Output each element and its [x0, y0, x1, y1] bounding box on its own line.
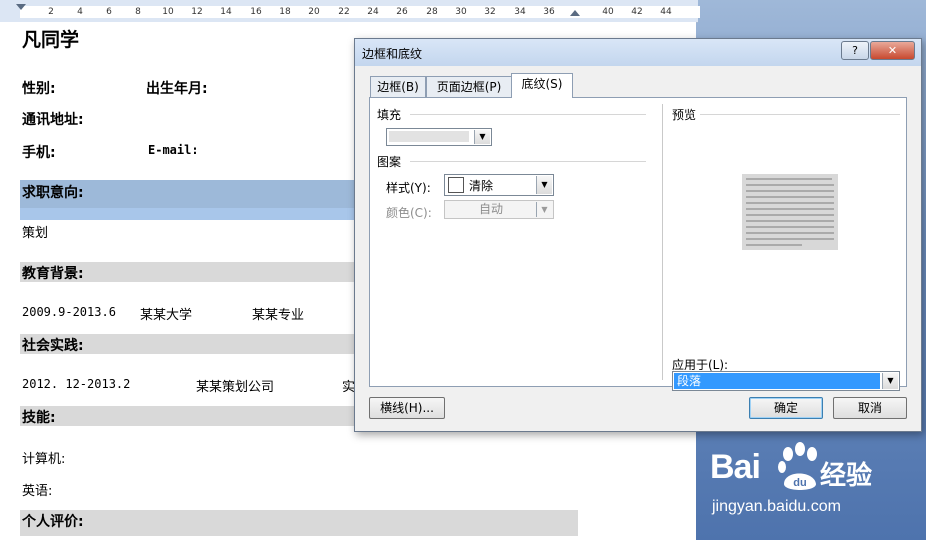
ruler-label: 28	[426, 7, 438, 17]
left-indent-marker[interactable]	[16, 4, 26, 10]
apply-dropdown-arrow-icon[interactable]: ▼	[882, 373, 898, 389]
skill-english: 英语:	[22, 484, 53, 499]
job-intent-heading: 求职意向:	[22, 185, 84, 201]
gender-label: 性别:	[22, 81, 56, 97]
pattern-group-label: 图案	[377, 155, 402, 169]
help-button[interactable]: ?	[841, 41, 869, 60]
apply-to-value: 段落	[677, 374, 702, 388]
style-dropdown-arrow-icon[interactable]: ▼	[536, 176, 552, 194]
email-label: E-mail:	[148, 143, 199, 157]
horizontal-ruler[interactable]: 2 4 6 8 10 12 14 16 18 20 22 24 26 28 30…	[0, 0, 700, 23]
ok-button[interactable]: 确定	[749, 397, 823, 419]
fill-color-swatch	[389, 131, 469, 142]
shading-panel: 填充 ▼ 图案 样式(Y): 清除 ▼ 颜色(C): 自动 ▼ 预览 应用于(L…	[369, 97, 907, 391]
panel-separator	[662, 104, 663, 380]
baidu-logo-text: Bai	[710, 448, 761, 486]
skill-computer: 计算机:	[22, 452, 66, 467]
ruler-label: 34	[514, 7, 526, 17]
ruler-label: 14	[220, 7, 232, 17]
ruler-label: 26	[396, 7, 408, 17]
preview-divider	[700, 114, 900, 115]
pattern-color-value: 自动	[479, 202, 504, 216]
ruler-label: 2	[48, 7, 54, 17]
education-heading: 教育背景:	[22, 266, 84, 282]
dialog-title: 边框和底纹	[362, 47, 423, 61]
style-label: 样式(Y):	[386, 181, 431, 195]
apply-to-dropdown[interactable]: 段落 ▼	[672, 371, 900, 391]
job-intent-value: 策划	[22, 226, 49, 241]
dialog-client: 边框(B) 页面边框(P) 底纹(S) 填充 ▼ 图案 样式(Y): 清除 ▼ …	[363, 67, 913, 427]
edu-period: 2009.9-2013.6	[22, 305, 116, 319]
ruler-label: 42	[631, 7, 643, 17]
preview-label: 预览	[672, 108, 697, 122]
ruler-label: 8	[135, 7, 141, 17]
preview-image	[742, 174, 838, 250]
dialog-titlebar[interactable]: 边框和底纹 ? ✕	[355, 39, 921, 66]
ruler-label: 6	[106, 7, 112, 17]
right-indent-marker[interactable]	[570, 10, 580, 16]
color-label: 颜色(C):	[386, 206, 432, 220]
apply-to-highlight	[674, 373, 880, 389]
edu-school: 某某大学	[140, 308, 193, 323]
ruler-label: 20	[308, 7, 320, 17]
fill-group-label: 填充	[377, 108, 402, 122]
skills-heading: 技能:	[22, 410, 56, 426]
paw-du-text: du	[793, 477, 806, 489]
phone-label: 手机:	[22, 145, 56, 161]
ruler-strip	[20, 6, 700, 18]
ruler-label: 12	[191, 7, 203, 17]
ruler-label: 22	[338, 7, 350, 17]
baidu-watermark: Bai du 经验 jingyan.baidu.com	[708, 442, 908, 522]
practice-heading: 社会实践:	[22, 338, 84, 354]
evaluation-heading: 个人评价:	[22, 514, 84, 530]
ruler-label: 24	[367, 7, 379, 17]
fill-color-dropdown[interactable]: ▼	[386, 128, 492, 146]
ruler-label: 18	[279, 7, 291, 17]
ruler-label: 16	[250, 7, 262, 17]
birth-label: 出生年月:	[146, 81, 208, 97]
pattern-swatch	[448, 177, 464, 193]
pattern-color-dropdown: 自动 ▼	[444, 200, 554, 219]
tab-shading[interactable]: 底纹(S)	[511, 73, 573, 98]
horizontal-line-button[interactable]: 横线(H)...	[369, 397, 445, 419]
pattern-style-dropdown[interactable]: 清除 ▼	[444, 174, 554, 196]
tab-borders[interactable]: 边框(B)	[370, 76, 426, 97]
fill-dropdown-arrow-icon[interactable]: ▼	[474, 130, 490, 144]
baidu-jingyan-text: 经验	[820, 461, 873, 491]
practice-period: 2012. 12-2013.2	[22, 377, 131, 391]
evaluation-band: 个人评价:	[20, 510, 578, 536]
ruler-label: 10	[162, 7, 174, 17]
practice-company: 某某策划公司	[196, 380, 275, 395]
cancel-button[interactable]: 取消	[833, 397, 907, 419]
ruler-label: 36	[543, 7, 555, 17]
borders-shading-dialog: 边框和底纹 ? ✕ 边框(B) 页面边框(P) 底纹(S) 填充 ▼ 图案 样式…	[354, 38, 922, 432]
baidu-url: jingyan.baidu.com	[712, 498, 841, 515]
tab-page-border[interactable]: 页面边框(P)	[426, 76, 512, 97]
baidu-paw-icon: du	[778, 442, 817, 490]
color-dropdown-arrow-icon: ▼	[536, 202, 552, 217]
close-button[interactable]: ✕	[870, 41, 915, 60]
edu-major: 某某专业	[252, 308, 305, 323]
ruler-label: 4	[77, 7, 83, 17]
pattern-divider	[410, 161, 646, 162]
fill-divider	[410, 114, 646, 115]
ruler-label: 44	[660, 7, 672, 17]
ruler-label: 40	[602, 7, 614, 17]
pattern-style-value: 清除	[469, 179, 494, 193]
practice-band: 社会实践:	[20, 334, 360, 354]
ruler-label: 30	[455, 7, 467, 17]
education-band: 教育背景:	[20, 262, 360, 282]
address-label: 通讯地址:	[22, 112, 84, 128]
resume-name: 凡同学	[22, 29, 80, 51]
ruler-label: 32	[484, 7, 496, 17]
